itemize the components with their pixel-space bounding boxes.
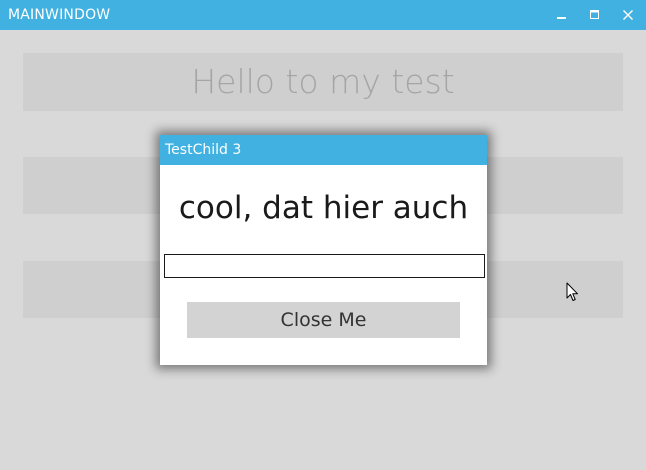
maximize-icon (590, 10, 599, 19)
minimize-icon (557, 17, 566, 19)
dialog-text-input[interactable] (164, 254, 485, 278)
window-title: MAINWINDOW (8, 7, 111, 23)
maximize-button[interactable] (580, 0, 610, 30)
child-dialog: TestChild 3 cool, dat hier auch Close Me (160, 135, 487, 365)
heading-panel: Hello to my test (23, 53, 623, 111)
dialog-titlebar[interactable]: TestChild 3 (160, 135, 487, 165)
mouse-pointer-icon (566, 282, 578, 301)
close-me-button[interactable]: Close Me (187, 302, 460, 338)
minimize-button[interactable] (547, 0, 577, 30)
main-heading: Hello to my test (191, 62, 455, 101)
dialog-message: cool, dat hier auch (178, 190, 469, 226)
dialog-title: TestChild 3 (165, 142, 242, 158)
close-icon (623, 10, 633, 20)
close-window-button[interactable] (613, 0, 643, 30)
main-window-titlebar[interactable]: MAINWINDOW (0, 0, 646, 30)
